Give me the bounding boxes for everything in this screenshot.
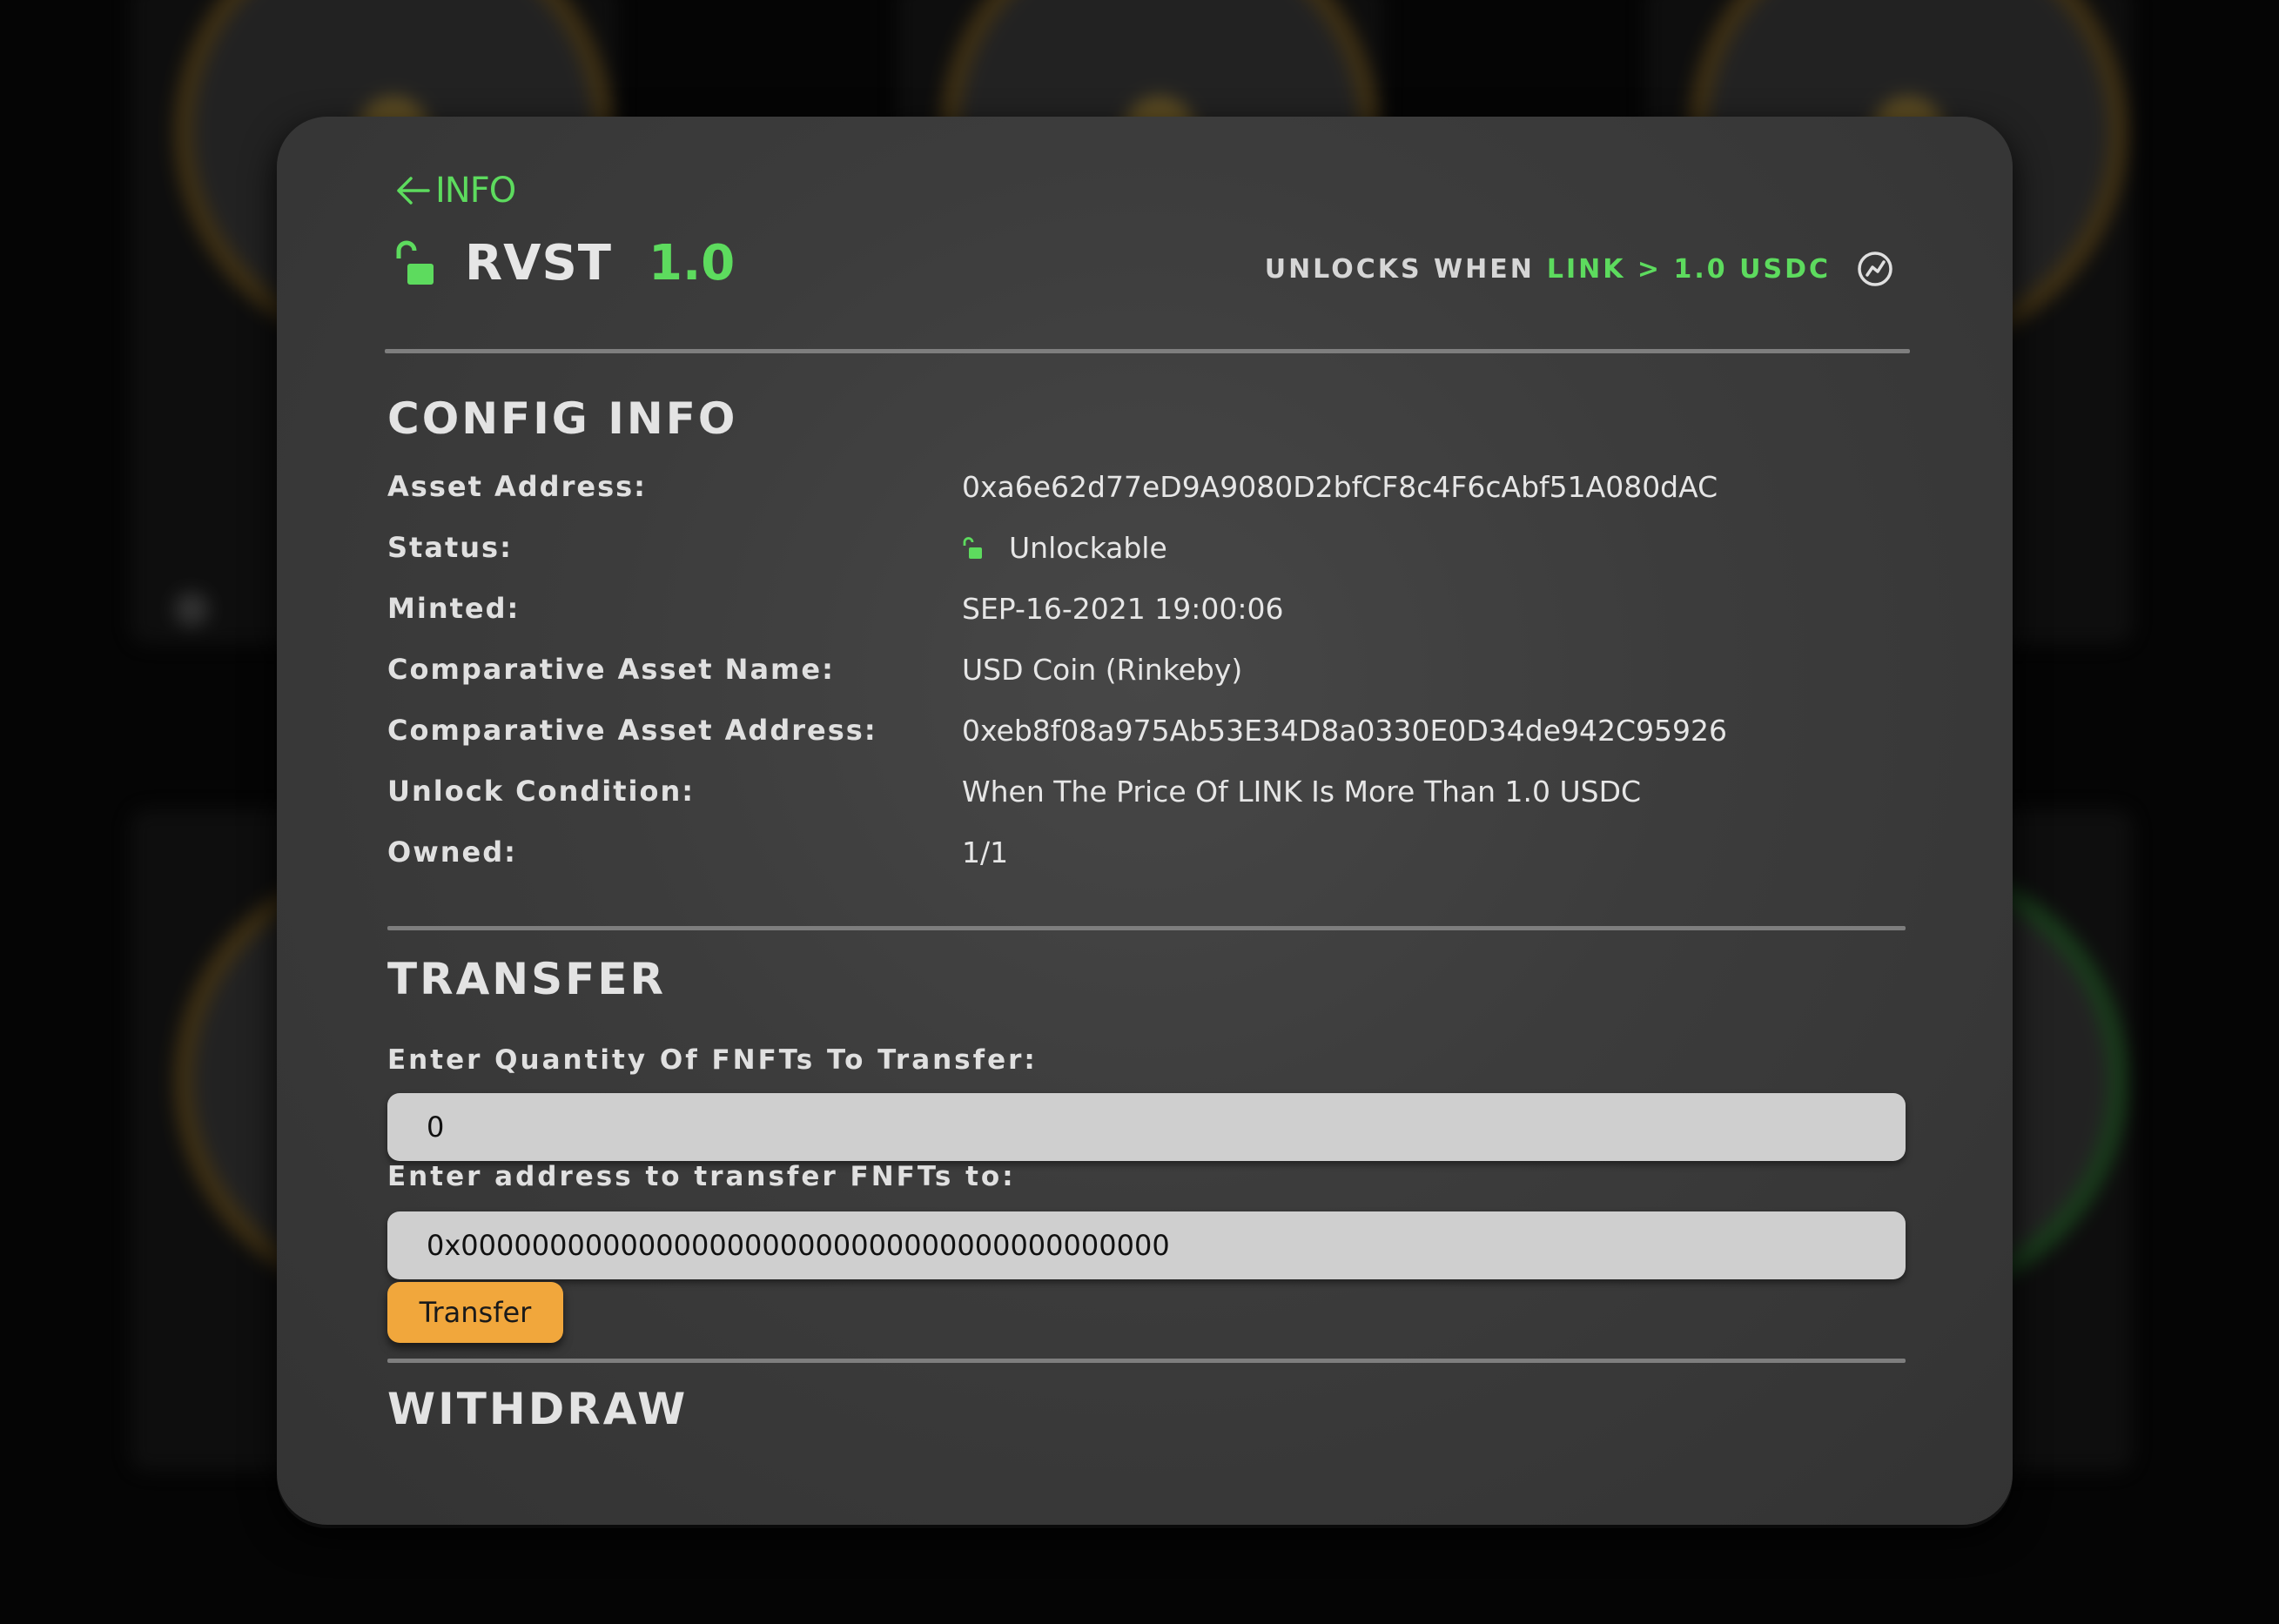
screen: INFO RVST 1.0 UNLOCKS WHEN LINK > 1.0 US… bbox=[0, 0, 2279, 1624]
info-label: Comparative Asset Name: bbox=[387, 653, 835, 686]
unlocked-padlock-icon bbox=[963, 536, 982, 559]
info-value: 0xa6e62d77eD9A9080D2bfCF8c4F6cAbf51A080d… bbox=[962, 470, 1718, 504]
info-value: 1/1 bbox=[962, 835, 1008, 869]
info-row-minted: Minted: SEP-16-2021 19:00:06 bbox=[387, 592, 1780, 635]
info-value: 0xeb8f08a975Ab53E34D8a0330E0D34de942C959… bbox=[962, 714, 1727, 748]
info-row-comparative-asset-name: Comparative Asset Name: USD Coin (Rinkeb… bbox=[387, 653, 1780, 696]
address-label: Enter address to transfer FNFTs to: bbox=[387, 1161, 1016, 1192]
background-dot bbox=[174, 592, 209, 627]
back-to-info-link[interactable]: INFO bbox=[393, 171, 516, 211]
asset-address-value: 0xa6e62d77eD9A9080D2bfCF8c4F6cAbf51A080d… bbox=[962, 470, 1718, 504]
info-value: Unlockable bbox=[962, 531, 1167, 565]
info-value: SEP-16-2021 19:00:06 bbox=[962, 592, 1283, 626]
comparative-asset-name-value: USD Coin (Rinkeby) bbox=[962, 653, 1243, 687]
recipient-address-input[interactable] bbox=[387, 1211, 1906, 1279]
info-value: USD Coin (Rinkeby) bbox=[962, 653, 1242, 687]
info-row-unlock-condition: Unlock Condition: When The Price Of LINK… bbox=[387, 775, 1780, 818]
token-title: RVST 1.0 bbox=[393, 235, 735, 292]
status-value: Unlockable bbox=[1009, 531, 1167, 565]
info-label: Status: bbox=[387, 531, 513, 564]
config-info-title: CONFIG INFO bbox=[387, 393, 738, 444]
config-divider bbox=[387, 926, 1906, 930]
info-row-status: Status: Unlockable bbox=[387, 531, 1780, 574]
minted-value: SEP-16-2021 19:00:06 bbox=[962, 592, 1284, 626]
back-link-label: INFO bbox=[435, 171, 516, 211]
transfer-button[interactable]: Transfer bbox=[387, 1282, 563, 1343]
withdraw-title: WITHDRAW bbox=[387, 1384, 689, 1434]
quantity-input[interactable] bbox=[387, 1093, 1906, 1161]
unlocks-when-label: UNLOCKS WHEN bbox=[1264, 253, 1535, 285]
comparative-asset-address-value: 0xeb8f08a975Ab53E34D8a0330E0D34de942C959… bbox=[962, 714, 1728, 748]
token-name: RVST bbox=[465, 235, 612, 292]
owned-value: 1/1 bbox=[962, 835, 1009, 869]
unlocked-padlock-icon bbox=[396, 240, 434, 285]
unlock-condition-summary: LINK > 1.0 USDC bbox=[1546, 253, 1831, 285]
transfer-title: TRANSFER bbox=[387, 954, 666, 1004]
quantity-label: Enter Quantity Of FNFTs To Transfer: bbox=[387, 1044, 1038, 1076]
info-row-owned: Owned: 1/1 bbox=[387, 835, 1780, 879]
info-label: Comparative Asset Address: bbox=[387, 714, 877, 747]
token-value: 1.0 bbox=[649, 235, 736, 292]
unlock-summary: UNLOCKS WHEN LINK > 1.0 USDC bbox=[1265, 251, 1893, 287]
info-row-comparative-asset-address: Comparative Asset Address: 0xeb8f08a975A… bbox=[387, 714, 1780, 757]
info-label: Unlock Condition: bbox=[387, 775, 696, 808]
info-label: Minted: bbox=[387, 592, 521, 625]
unlock-condition-value: When The Price Of LINK Is More Than 1.0 … bbox=[962, 775, 1642, 809]
info-row-asset-address: Asset Address: 0xa6e62d77eD9A9080D2bfCF8… bbox=[387, 470, 1780, 513]
arrow-left-icon bbox=[397, 177, 430, 205]
header-divider bbox=[385, 349, 1910, 353]
info-label: Asset Address: bbox=[387, 470, 647, 503]
transfer-divider bbox=[387, 1359, 1906, 1363]
info-value: When The Price Of LINK Is More Than 1.0 … bbox=[962, 775, 1641, 809]
price-chart-icon[interactable] bbox=[1857, 251, 1893, 287]
info-label: Owned: bbox=[387, 835, 517, 869]
